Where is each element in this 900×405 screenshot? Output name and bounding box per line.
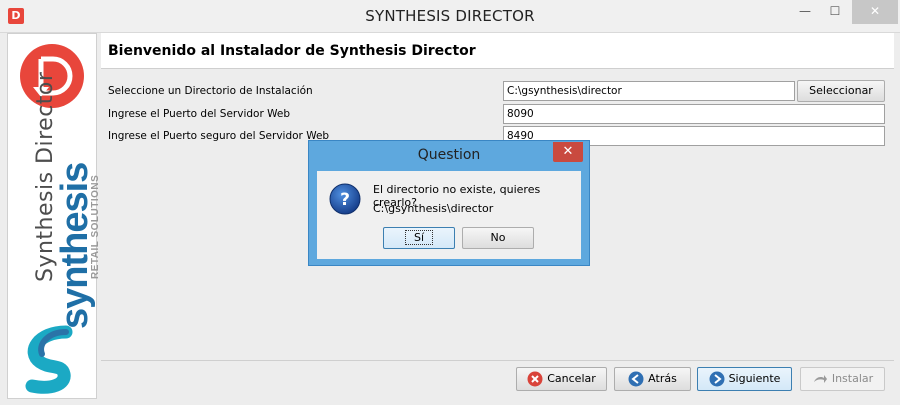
dialog-path: C:\gsynthesis\director (373, 202, 494, 215)
next-button[interactable]: Siguiente (697, 367, 792, 391)
back-arrow-icon (628, 371, 644, 387)
port-label: Ingrese el Puerto del Servidor Web (108, 108, 290, 120)
back-label: Atrás (648, 372, 677, 385)
minimize-button[interactable]: — (793, 0, 817, 24)
dialog-title: Question (417, 147, 481, 163)
secure-port-label: Ingrese el Puerto seguro del Servidor We… (108, 130, 330, 142)
cancel-label: Cancelar (547, 372, 596, 385)
install-label: Instalar (831, 372, 874, 385)
port-input[interactable] (503, 104, 885, 124)
next-arrow-icon (709, 371, 725, 387)
directory-label: Seleccione un Directorio de Instalación (108, 85, 313, 97)
page-title: Bienvenido al Instalador de Synthesis Di… (108, 43, 476, 59)
synthesis-swirl-icon (25, 325, 73, 394)
next-label: Siguiente (728, 372, 781, 385)
title-bar: D SYNTHESIS DIRECTOR — ☐ ✕ (0, 0, 900, 33)
directory-input[interactable] (503, 81, 795, 101)
cancel-button[interactable]: Cancelar (516, 367, 607, 391)
window-title: SYNTHESIS DIRECTOR (365, 7, 535, 25)
install-button[interactable]: Instalar (800, 367, 885, 391)
yes-label: Sí (404, 230, 434, 245)
footer-divider (101, 360, 894, 361)
yes-button[interactable]: Sí (383, 227, 455, 249)
svg-text:?: ? (340, 190, 350, 210)
dialog-body: ? El directorio no existe, quieres crear… (317, 171, 581, 259)
question-icon: ? (329, 183, 361, 215)
page-header: Bienvenido al Instalador de Synthesis Di… (101, 33, 894, 69)
dialog-close-button[interactable]: ✕ (553, 142, 583, 162)
no-button[interactable]: No (462, 227, 534, 249)
maximize-button[interactable]: ☐ (822, 0, 848, 24)
select-directory-button[interactable]: Seleccionar (797, 80, 885, 102)
cancel-icon (527, 371, 543, 387)
back-button[interactable]: Atrás (614, 367, 691, 391)
install-arrow-icon (813, 375, 827, 383)
brand-tagline: RETAIL SOLUTIONS (90, 174, 101, 279)
question-dialog: Question ✕ ? El directorio no existe, qu… (308, 140, 590, 266)
branding-panel: Synthesis Director synthesis RETAIL SOLU… (7, 33, 101, 399)
window-close-button[interactable]: ✕ (852, 0, 898, 24)
